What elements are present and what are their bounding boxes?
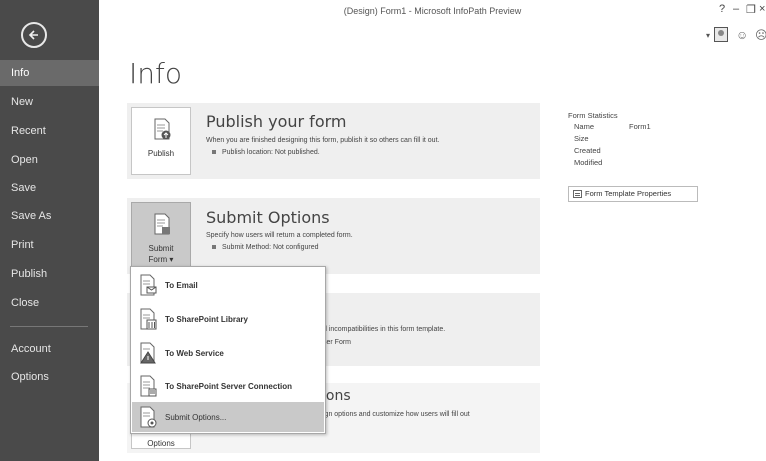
stat-row-created: Created xyxy=(568,146,618,158)
nav-item-account[interactable]: Account xyxy=(0,336,99,362)
publish-location: Publish location: Not published. xyxy=(206,149,320,156)
stat-label: Size xyxy=(574,134,589,143)
publish-button-label: Publish xyxy=(147,149,175,158)
submit-method-text: Submit Method: Not configured xyxy=(222,244,319,251)
menu-item-label: To SharePoint Server Connection xyxy=(165,382,292,391)
design-checker-text-2: ser Form xyxy=(323,339,351,346)
frown-feedback-icon[interactable]: ☹ xyxy=(755,28,766,42)
nav-item-close[interactable]: Close xyxy=(0,290,99,316)
stat-value: Form1 xyxy=(629,122,651,131)
email-submit-icon xyxy=(140,274,157,296)
smile-feedback-icon[interactable]: ☺ xyxy=(736,28,748,42)
account-caret-icon[interactable]: ▾ xyxy=(706,31,710,40)
bullet-icon xyxy=(212,244,216,249)
menu-item-label: To Email xyxy=(165,281,198,290)
submit-description: Specify how users will return a complete… xyxy=(206,232,353,239)
menu-item-to-email[interactable]: To Email xyxy=(132,270,324,300)
close-button[interactable]: × xyxy=(759,3,765,15)
menu-item-submit-options[interactable]: Submit Options... xyxy=(132,402,324,432)
publish-heading: Publish your form xyxy=(206,112,347,131)
form-template-properties-button[interactable]: Form Template Properties xyxy=(568,186,698,202)
publish-location-text: Publish location: Not published. xyxy=(222,149,320,156)
minimize-button[interactable]: – xyxy=(733,3,739,15)
stat-row-size: Size xyxy=(568,134,618,146)
submit-options-icon xyxy=(140,406,157,428)
title-bar: (Design) Form1 - Microsoft InfoPath Prev… xyxy=(99,0,766,22)
design-checker-text: d incompatibilities in this form templat… xyxy=(323,326,446,333)
nav-item-print[interactable]: Print xyxy=(0,232,99,258)
nav-divider xyxy=(10,326,88,327)
restore-button[interactable]: ❐ xyxy=(746,3,756,16)
menu-item-to-web-service[interactable]: To Web Service xyxy=(132,338,324,368)
advanced-heading: ions xyxy=(322,388,351,404)
submit-form-label-line2: Form ▾ xyxy=(148,255,174,264)
submit-form-label-line1: Submit xyxy=(148,244,174,253)
nav-item-options[interactable]: Options xyxy=(0,364,99,390)
nav-item-save[interactable]: Save xyxy=(0,175,99,201)
menu-item-to-sharepoint-library[interactable]: To SharePoint Library xyxy=(132,304,324,334)
submit-form-dropdown-menu: To Email To SharePoint Library To Web Se… xyxy=(130,266,326,434)
menu-item-label: Submit Options... xyxy=(165,413,227,422)
avatar[interactable] xyxy=(714,27,728,42)
menu-item-label: To SharePoint Library xyxy=(165,315,248,324)
nav-item-info[interactable]: Info xyxy=(0,60,99,86)
advanced-description: ign options and customize how users will… xyxy=(323,411,470,418)
back-arrow-icon[interactable] xyxy=(21,22,47,48)
bullet-icon xyxy=(212,149,216,154)
submit-form-icon xyxy=(154,213,170,235)
sharepoint-library-icon xyxy=(140,308,157,330)
advanced-options-label: Options xyxy=(147,439,175,448)
publish-icon xyxy=(154,118,171,140)
web-service-icon xyxy=(140,342,156,364)
stats-header: Form Statistics xyxy=(568,111,618,120)
properties-icon xyxy=(573,190,582,198)
stat-label: Created xyxy=(574,146,601,155)
stat-row-modified: Modified xyxy=(568,158,618,170)
window-title: (Design) Form1 - Microsoft InfoPath Prev… xyxy=(343,6,522,16)
submit-method: Submit Method: Not configured xyxy=(206,244,319,251)
stat-label: Name xyxy=(574,122,595,131)
stat-label: Modified xyxy=(574,158,603,167)
menu-item-to-sharepoint-server-connection[interactable]: To SharePoint Server Connection xyxy=(132,371,324,401)
nav-item-recent[interactable]: Recent xyxy=(0,118,99,144)
server-connection-icon xyxy=(140,375,157,397)
nav-item-new[interactable]: New xyxy=(0,89,99,115)
stat-row-name: Name Form1 xyxy=(568,122,651,134)
page-title: Info xyxy=(129,57,182,90)
publish-card: Publish Publish your form When you are f… xyxy=(127,103,540,179)
submit-heading: Submit Options xyxy=(206,208,330,227)
form-statistics: Form Statistics Name Form1 Size Created M… xyxy=(568,111,651,170)
backstage-sidebar: Info New Recent Open Save Save As Print … xyxy=(0,0,99,461)
submit-form-button[interactable]: Submit Form ▾ xyxy=(131,202,191,270)
publish-button[interactable]: Publish xyxy=(131,107,191,175)
properties-button-label: Form Template Properties xyxy=(585,189,672,198)
publish-description: When you are finished designing this for… xyxy=(206,137,440,144)
nav-item-open[interactable]: Open xyxy=(0,147,99,173)
submit-options-card: Submit Form ▾ Submit Options Specify how … xyxy=(127,198,540,274)
menu-item-label: To Web Service xyxy=(165,349,224,358)
nav-item-publish[interactable]: Publish xyxy=(0,261,99,287)
submit-form-label: Submit Form ▾ xyxy=(132,243,190,265)
nav-item-save-as[interactable]: Save As xyxy=(0,203,99,229)
help-button[interactable]: ? xyxy=(719,3,725,15)
